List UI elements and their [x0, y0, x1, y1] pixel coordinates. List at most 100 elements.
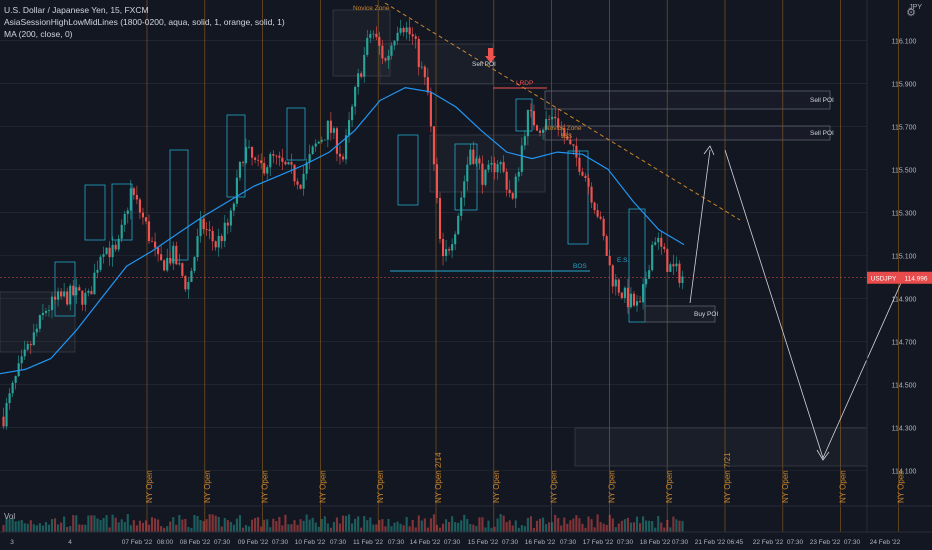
volume-bar: [311, 517, 314, 532]
volume-bar: [423, 518, 426, 532]
candle-body: [375, 33, 378, 38]
candle-body: [290, 162, 293, 165]
volume-bar: [535, 520, 539, 532]
candle-body: [366, 37, 369, 55]
candle-body: [441, 239, 445, 257]
candle-body: [323, 139, 326, 141]
volume-bar: [608, 514, 611, 532]
volume-bar: [626, 517, 629, 532]
candle-body: [575, 145, 578, 158]
candle-body: [554, 116, 557, 119]
volume-bar: [160, 526, 163, 532]
candle-body: [217, 235, 220, 248]
volume-bar: [651, 521, 654, 532]
volume-bar: [229, 521, 232, 532]
settings-gear-icon[interactable]: ⚙: [904, 6, 918, 20]
volume-bar: [472, 524, 475, 532]
volume-bar: [317, 526, 320, 532]
candle-body: [5, 403, 8, 427]
volume-bar: [493, 526, 496, 532]
x-tick-label: 22 Feb '22: [753, 539, 784, 546]
volume-bar: [332, 522, 335, 532]
candle-body: [96, 269, 99, 273]
candle-body: [284, 161, 287, 165]
volume-bar: [193, 515, 196, 532]
projection-arrow: [724, 149, 906, 460]
candle-body: [57, 291, 60, 300]
annotation-label: Novice Zone: [353, 5, 390, 12]
volume-bar: [41, 525, 44, 532]
volume-bar: [351, 523, 354, 532]
candle-body: [496, 164, 499, 173]
volume-bar: [648, 520, 651, 532]
volume-bar: [357, 516, 360, 532]
candle-body: [593, 202, 596, 211]
candle-body: [629, 293, 633, 308]
candle-body: [178, 263, 181, 265]
candle-body: [47, 310, 51, 311]
candle-body: [599, 216, 602, 219]
volume-bar: [511, 525, 514, 532]
candle-body: [508, 189, 511, 194]
volume-bar: [175, 524, 178, 532]
candle-body: [117, 238, 120, 250]
candle-body: [532, 111, 536, 126]
candle-body: [238, 162, 242, 178]
volume-bar: [190, 527, 193, 532]
candle-body: [620, 292, 623, 299]
candle-body: [17, 363, 20, 377]
candle-body: [541, 129, 545, 133]
volume-bar: [681, 520, 684, 532]
candle-body: [102, 254, 105, 257]
volume-bar: [341, 515, 345, 532]
candle-body: [520, 145, 523, 172]
volume-bar: [102, 518, 105, 532]
candle-body: [160, 254, 163, 261]
candle-body: [66, 291, 69, 305]
volume-bar: [135, 525, 138, 532]
volume-bar: [354, 518, 357, 532]
range-box: [286, 107, 306, 161]
volume-bar: [620, 520, 623, 532]
volume-bar: [69, 525, 72, 532]
candle-body: [251, 146, 254, 158]
chart-window[interactable]: 116.100 115.900 115.700 115.500 115.300 115.1…: [0, 0, 932, 550]
candle-body: [475, 158, 478, 164]
volume-bar: [590, 519, 593, 532]
volume-bar: [635, 516, 639, 532]
price-chart[interactable]: 116.100 115.900 115.700 115.500 115.300 115.1…: [0, 0, 932, 550]
y-tick-label: 115.500: [892, 167, 917, 174]
volume-bar: [451, 516, 454, 532]
volume-bar: [520, 525, 523, 532]
volume-bar: [254, 517, 257, 532]
x-tick-label: 07:30: [844, 539, 861, 546]
candle-body: [402, 28, 405, 33]
candle-body: [329, 120, 332, 133]
candle-body: [490, 162, 493, 165]
y-tick-label: 114.500: [892, 382, 917, 389]
volume-bar: [247, 526, 251, 532]
candle-body: [157, 247, 160, 255]
candle-body: [484, 169, 487, 185]
candle-body: [272, 154, 275, 156]
volume-bar: [426, 527, 429, 532]
candle-body: [426, 77, 429, 93]
volume-bar: [108, 527, 111, 532]
volume-bar: [417, 515, 420, 532]
volume-bar: [545, 524, 548, 532]
indicator-moving-average[interactable]: MA (200, close, 0): [4, 29, 73, 40]
volume-bar: [223, 518, 226, 532]
volume-bar: [272, 518, 275, 532]
y-tick-label: 114.300: [892, 425, 917, 432]
x-tick-label: 07:30: [272, 539, 289, 546]
volume-bar: [557, 518, 560, 532]
y-tick-label: 116.100: [892, 38, 917, 45]
volume-bar: [157, 519, 160, 532]
candle-body: [478, 158, 481, 164]
y-tick-label: 115.700: [892, 124, 917, 131]
indicator-asia-session[interactable]: AsiaSessionHighLowMidLines (1800-0200, a…: [4, 17, 285, 28]
volume-bar: [263, 519, 266, 532]
volume-bar: [551, 522, 554, 532]
volume-bar: [348, 514, 351, 532]
x-tick-label: 07:30: [672, 539, 689, 546]
